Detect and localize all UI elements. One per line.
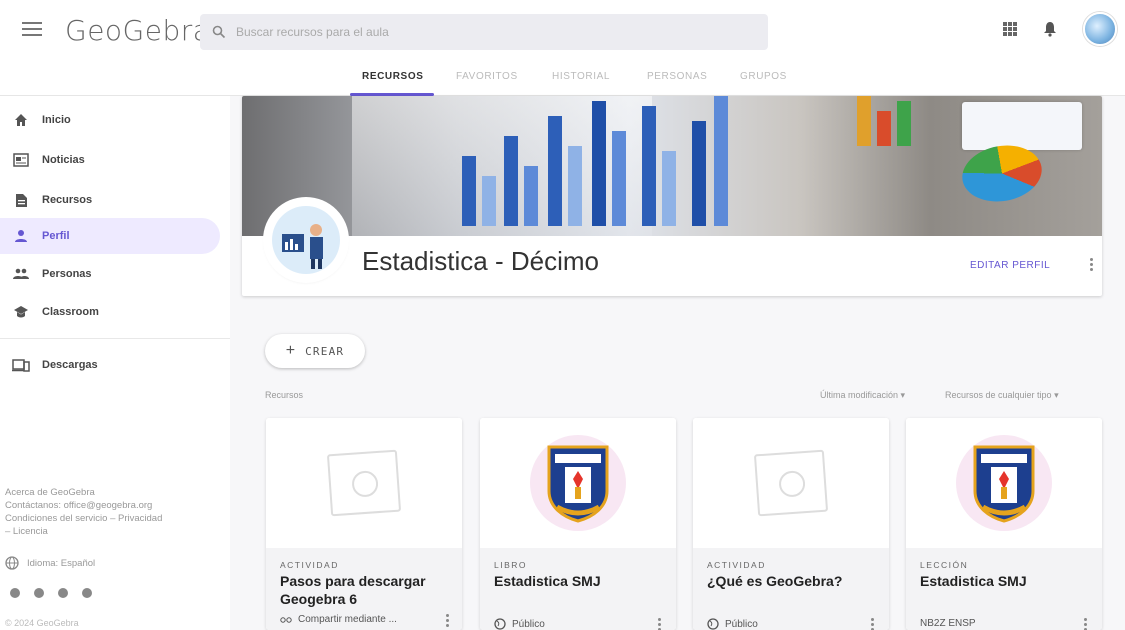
card-footer: Público: [707, 618, 758, 630]
notifications-bell-icon[interactable]: [1043, 21, 1057, 37]
card-thumbnail: [480, 418, 676, 548]
news-icon: [12, 151, 30, 169]
resources-icon: [12, 191, 30, 209]
sidebar-item-recursos[interactable]: Recursos: [0, 182, 220, 218]
sidebar-item-label: Perfil: [42, 230, 70, 242]
resource-card[interactable]: ACTIVIDAD ¿Qué es GeoGebra? Público: [693, 418, 889, 630]
card-more-options-icon[interactable]: [1084, 618, 1087, 630]
create-button[interactable]: + CREAR: [265, 334, 365, 368]
twitter-icon[interactable]: [34, 588, 44, 598]
card-more-options-icon[interactable]: [871, 618, 874, 630]
card-footer: NB2Z ENSP: [920, 618, 976, 629]
people-icon: [12, 265, 30, 283]
sidebar-item-label: Recursos: [42, 194, 93, 206]
school-seal-icon: [973, 445, 1035, 523]
search-icon: [212, 25, 226, 39]
home-icon: [12, 111, 30, 129]
profile-card: Estadistica - Décimo EDITAR PERFIL: [242, 96, 1102, 296]
share-link-icon: [280, 616, 292, 623]
card-thumbnail: [693, 418, 889, 548]
resource-card[interactable]: ACTIVIDAD Pasos para descargar Geogebra …: [266, 418, 462, 630]
person-icon: [12, 227, 30, 245]
profile-banner-image: [242, 96, 1102, 236]
copyright: © 2024 GeoGebra: [5, 618, 79, 628]
youtube-icon[interactable]: [82, 588, 92, 598]
resource-card[interactable]: LECCIÓN Estadistica SMJ NB2Z ENSP: [906, 418, 1102, 630]
tab-historial[interactable]: HISTORIAL: [552, 71, 610, 82]
tab-bar: RECURSOS FAVORITOS HISTORIAL PERSONAS GR…: [0, 60, 1125, 96]
social-links: [10, 588, 92, 598]
card-title: Pasos para descargar Geogebra 6: [280, 573, 426, 607]
top-bar: GeoGebra Buscar recursos para el aula: [0, 0, 1125, 60]
sort-by-dropdown[interactable]: Última modificación ▾: [820, 390, 905, 401]
sidebar: Inicio Noticias Recursos Perfil Personas…: [0, 96, 230, 630]
placeholder-image-icon: [326, 449, 402, 517]
card-title: ¿Qué es GeoGebra?: [707, 573, 843, 589]
sidebar-item-label: Inicio: [42, 114, 71, 126]
type-filter-dropdown[interactable]: Recursos de cualquier tipo ▾: [945, 390, 1059, 401]
card-more-options-icon[interactable]: [658, 618, 661, 630]
sidebar-item-perfil[interactable]: Perfil: [0, 218, 220, 254]
globe-icon: [494, 618, 506, 630]
card-type: LECCIÓN: [920, 560, 969, 570]
sidebar-item-inicio[interactable]: Inicio: [0, 102, 220, 138]
menu-icon[interactable]: [22, 22, 42, 38]
user-avatar[interactable]: [1083, 12, 1117, 46]
profile-more-options-icon[interactable]: [1090, 258, 1093, 271]
sidebar-divider: [0, 338, 230, 339]
sidebar-item-descargas[interactable]: Descargas: [0, 347, 220, 383]
card-type: LIBRO: [494, 560, 528, 570]
globe-icon: [5, 556, 19, 570]
card-footer: Compartir mediante ...: [280, 614, 397, 625]
resources-section-label: Recursos: [265, 390, 304, 400]
sidebar-item-noticias[interactable]: Noticias: [0, 142, 220, 178]
profile-avatar[interactable]: [266, 200, 346, 280]
tab-personas[interactable]: PERSONAS: [647, 71, 707, 82]
profile-name: Estadistica - Décimo: [362, 246, 599, 276]
apps-grid-icon[interactable]: [1003, 22, 1017, 36]
create-button-label: CREAR: [305, 344, 345, 358]
facebook-icon[interactable]: [10, 588, 20, 598]
geogebra-logo[interactable]: GeoGebra: [65, 14, 210, 47]
tab-grupos[interactable]: GRUPOS: [740, 71, 787, 82]
card-thumbnail: [906, 418, 1102, 548]
download-icon: [12, 356, 30, 374]
card-footer: Público: [494, 618, 545, 630]
edit-profile-button[interactable]: EDITAR PERFIL: [970, 260, 1050, 271]
card-type: ACTIVIDAD: [707, 560, 766, 570]
card-thumbnail: [266, 418, 462, 548]
placeholder-image-icon: [753, 449, 829, 517]
sidebar-item-label: Noticias: [42, 154, 85, 166]
card-title: Estadistica SMJ: [920, 573, 1027, 589]
card-more-options-icon[interactable]: [446, 614, 449, 627]
search-input[interactable]: Buscar recursos para el aula: [236, 25, 389, 39]
plus-icon: +: [285, 342, 296, 359]
instagram-icon[interactable]: [58, 588, 68, 598]
sidebar-item-label: Classroom: [42, 306, 99, 318]
sidebar-item-classroom[interactable]: Classroom: [0, 294, 220, 330]
tab-favoritos[interactable]: FAVORITOS: [456, 71, 518, 82]
card-title: Estadistica SMJ: [494, 573, 601, 589]
sidebar-item-label: Personas: [42, 268, 92, 280]
tab-recursos[interactable]: RECURSOS: [362, 71, 423, 82]
globe-icon: [707, 618, 719, 630]
footer-links[interactable]: Acerca de GeoGebra Contáctanos: office@g…: [5, 486, 215, 538]
language-label: Idioma: Español: [27, 557, 96, 569]
school-icon: [12, 303, 30, 321]
search-bar[interactable]: Buscar recursos para el aula: [200, 14, 768, 50]
school-seal-icon: [547, 445, 609, 523]
sidebar-item-personas[interactable]: Personas: [0, 256, 220, 292]
resource-card[interactable]: LIBRO Estadistica SMJ Público: [480, 418, 676, 630]
card-type: ACTIVIDAD: [280, 560, 339, 570]
language-selector[interactable]: Idioma: Español: [5, 556, 95, 570]
sidebar-item-label: Descargas: [42, 359, 98, 371]
